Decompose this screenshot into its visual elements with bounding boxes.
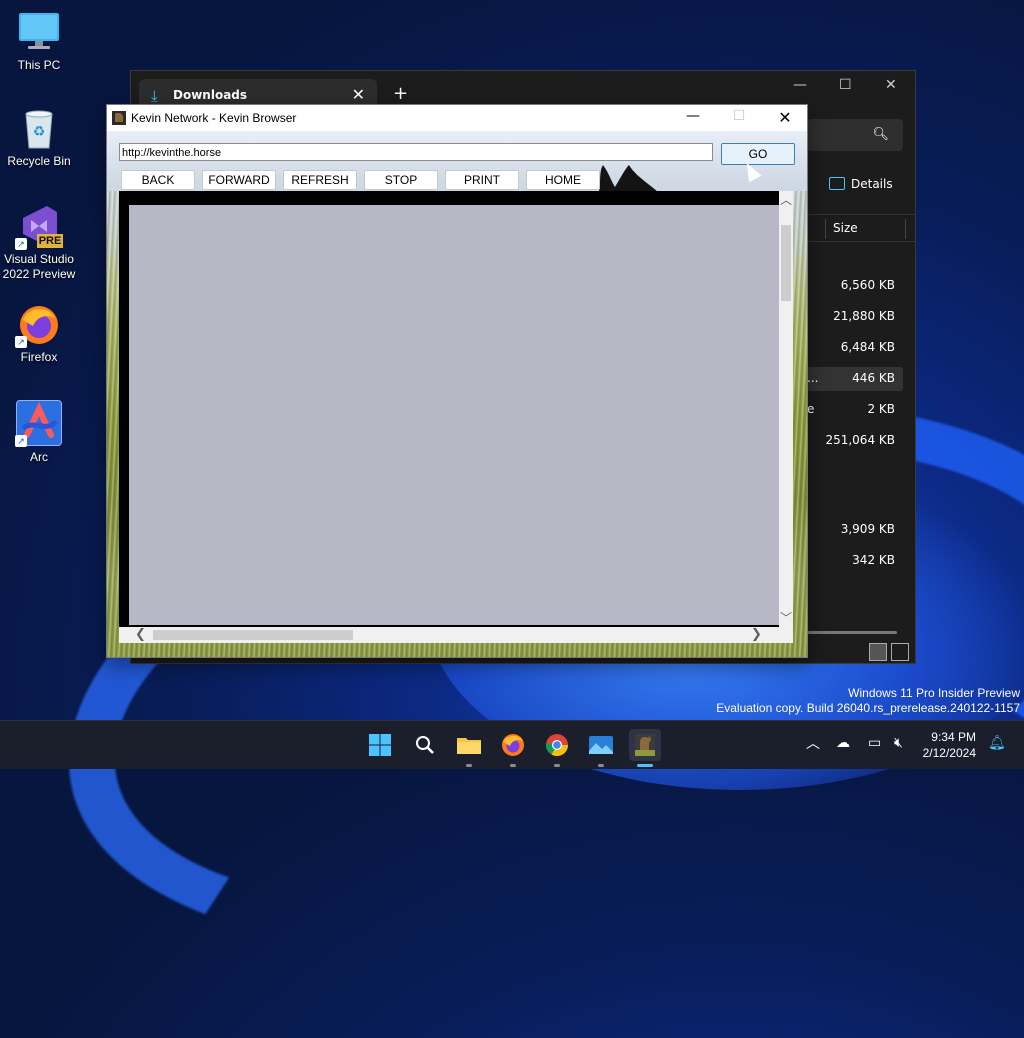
firefox-icon [502, 734, 524, 756]
file-row[interactable]: 251,064 KB [807, 429, 903, 453]
file-row[interactable]: 21,880 KB [807, 305, 903, 329]
stop-button[interactable]: STOP [364, 170, 438, 190]
horizontal-scroll-thumb[interactable] [153, 630, 353, 640]
vertical-scrollbar[interactable]: ︿ ﹀ [779, 191, 793, 627]
search-button[interactable] [409, 729, 441, 761]
search-icon: 🔍︎ [872, 127, 889, 142]
desktop-icon-this-pc[interactable]: This PC [0, 10, 78, 73]
taskbar-photos[interactable] [585, 729, 617, 761]
horizontal-scrollbar[interactable] [807, 631, 897, 634]
details-pane-icon [829, 177, 845, 190]
home-button[interactable]: HOME [526, 170, 600, 190]
file-row[interactable]: 342 KB [807, 549, 903, 573]
taskbar-file-explorer[interactable] [453, 729, 485, 761]
desktop-icon-visual-studio[interactable]: PRE ↗ Visual Studio 2022 Preview [0, 204, 78, 282]
taskbar-kevin-browser[interactable] [629, 729, 661, 761]
vertical-scroll-thumb[interactable] [781, 225, 791, 301]
network-icon[interactable]: ▭ [868, 735, 881, 751]
desktop-icon-arc[interactable]: ↗ Arc [0, 400, 78, 465]
file-row[interactable]: 6,560 KB [807, 274, 903, 298]
tiles-view-icon[interactable] [891, 643, 909, 661]
web-page-content[interactable] [129, 205, 779, 625]
details-view-icon[interactable] [869, 643, 887, 661]
horse-app-icon [635, 734, 655, 756]
visual-studio-icon: PRE ↗ [15, 204, 63, 250]
clock[interactable]: 9:34 PM 2/12/2024 [918, 729, 976, 761]
details-button[interactable]: Details [829, 177, 893, 191]
notification-bell-icon[interactable]: 🔔︎ [988, 735, 1006, 751]
close-tab-icon[interactable]: ✕ [352, 85, 365, 104]
shortcut-arrow-icon: ↗ [15, 435, 27, 447]
volume-muted-icon[interactable]: 🔇︎ [894, 735, 903, 751]
horse-ear-silhouette [599, 165, 657, 191]
url-input[interactable]: http://kevinthe.horse [119, 143, 713, 161]
monitor-icon [17, 10, 61, 54]
taskbar-chrome[interactable] [541, 729, 573, 761]
file-row[interactable]: 3,909 KB [807, 518, 903, 542]
clock-date: 2/12/2024 [922, 746, 976, 760]
taskbar-firefox[interactable] [497, 729, 529, 761]
new-tab-button[interactable]: + [393, 83, 408, 104]
back-button[interactable]: BACK [121, 170, 195, 190]
scroll-down-icon[interactable]: ﹀ [779, 609, 793, 626]
search-icon [416, 736, 434, 754]
horizontal-scrollbar[interactable]: ❮ ❯ [119, 627, 793, 643]
browser-client-area: http://kevinthe.horse GO BACK FORWARD RE… [107, 131, 807, 657]
refresh-button[interactable]: REFRESH [283, 170, 357, 190]
download-icon: ⤓ [151, 87, 158, 105]
evaluation-watermark: Windows 11 Pro Insider Preview Evaluatio… [716, 686, 1020, 715]
forward-button[interactable]: FORWARD [202, 170, 276, 190]
desktop-icon-firefox[interactable]: ↗ Firefox [0, 302, 78, 365]
window-title: Kevin Network - Kevin Browser [131, 111, 297, 125]
svg-text:♻: ♻ [33, 123, 46, 139]
minimize-icon[interactable]: — [673, 108, 713, 128]
scroll-right-icon[interactable]: ❯ [751, 627, 762, 642]
photos-icon [589, 736, 613, 754]
horse-app-icon [112, 111, 126, 125]
folder-icon [457, 738, 481, 754]
go-button[interactable]: GO [721, 143, 795, 165]
maximize-icon[interactable]: ☐ [839, 77, 852, 93]
arc-icon: ↗ [15, 400, 62, 447]
desktop-icon-recycle-bin[interactable]: ♻ Recycle Bin [0, 106, 78, 169]
kevin-browser-window[interactable]: Kevin Network - Kevin Browser — ☐ ✕ http… [106, 104, 808, 658]
scroll-left-icon[interactable]: ❮ [135, 627, 146, 642]
shortcut-arrow-icon: ↗ [15, 336, 27, 348]
chrome-icon [546, 734, 568, 756]
shortcut-arrow-icon: ↗ [15, 238, 27, 250]
file-row[interactable]: e2 KB [807, 398, 903, 422]
close-icon[interactable]: ✕ [885, 77, 897, 93]
file-row-selected[interactable]: ... 446 KB [807, 367, 903, 391]
preview-badge: PRE [37, 234, 63, 248]
scroll-up-icon[interactable]: ︿ [779, 191, 793, 208]
firefox-icon: ↗ [15, 302, 61, 348]
file-row[interactable]: 6,484 KB [807, 336, 903, 360]
chevron-up-icon[interactable]: ︿ [806, 733, 820, 753]
taskbar: ︿ ☁ ▭ 🔇︎ 9:34 PM 2/12/2024 🔔︎ [0, 720, 1024, 769]
maximize-icon: ☐ [732, 108, 746, 124]
print-button[interactable]: PRINT [445, 170, 519, 190]
column-header: Size [807, 214, 915, 242]
onedrive-offline-icon[interactable]: ☁ [836, 735, 850, 751]
close-icon[interactable]: ✕ [765, 108, 805, 128]
clock-time: 9:34 PM [931, 730, 976, 744]
minimize-icon[interactable]: — [793, 77, 807, 93]
search-box[interactable]: 🔍︎ [807, 119, 903, 151]
column-size[interactable]: Size [833, 221, 858, 235]
recycle-bin-icon: ♻ [17, 106, 61, 150]
start-button[interactable] [364, 729, 396, 761]
web-viewport[interactable]: ︿ ﹀ ❮ ❯ [119, 191, 793, 643]
title-bar[interactable]: Kevin Network - Kevin Browser — ☐ ✕ [107, 105, 807, 131]
windows-logo-icon [369, 734, 391, 756]
